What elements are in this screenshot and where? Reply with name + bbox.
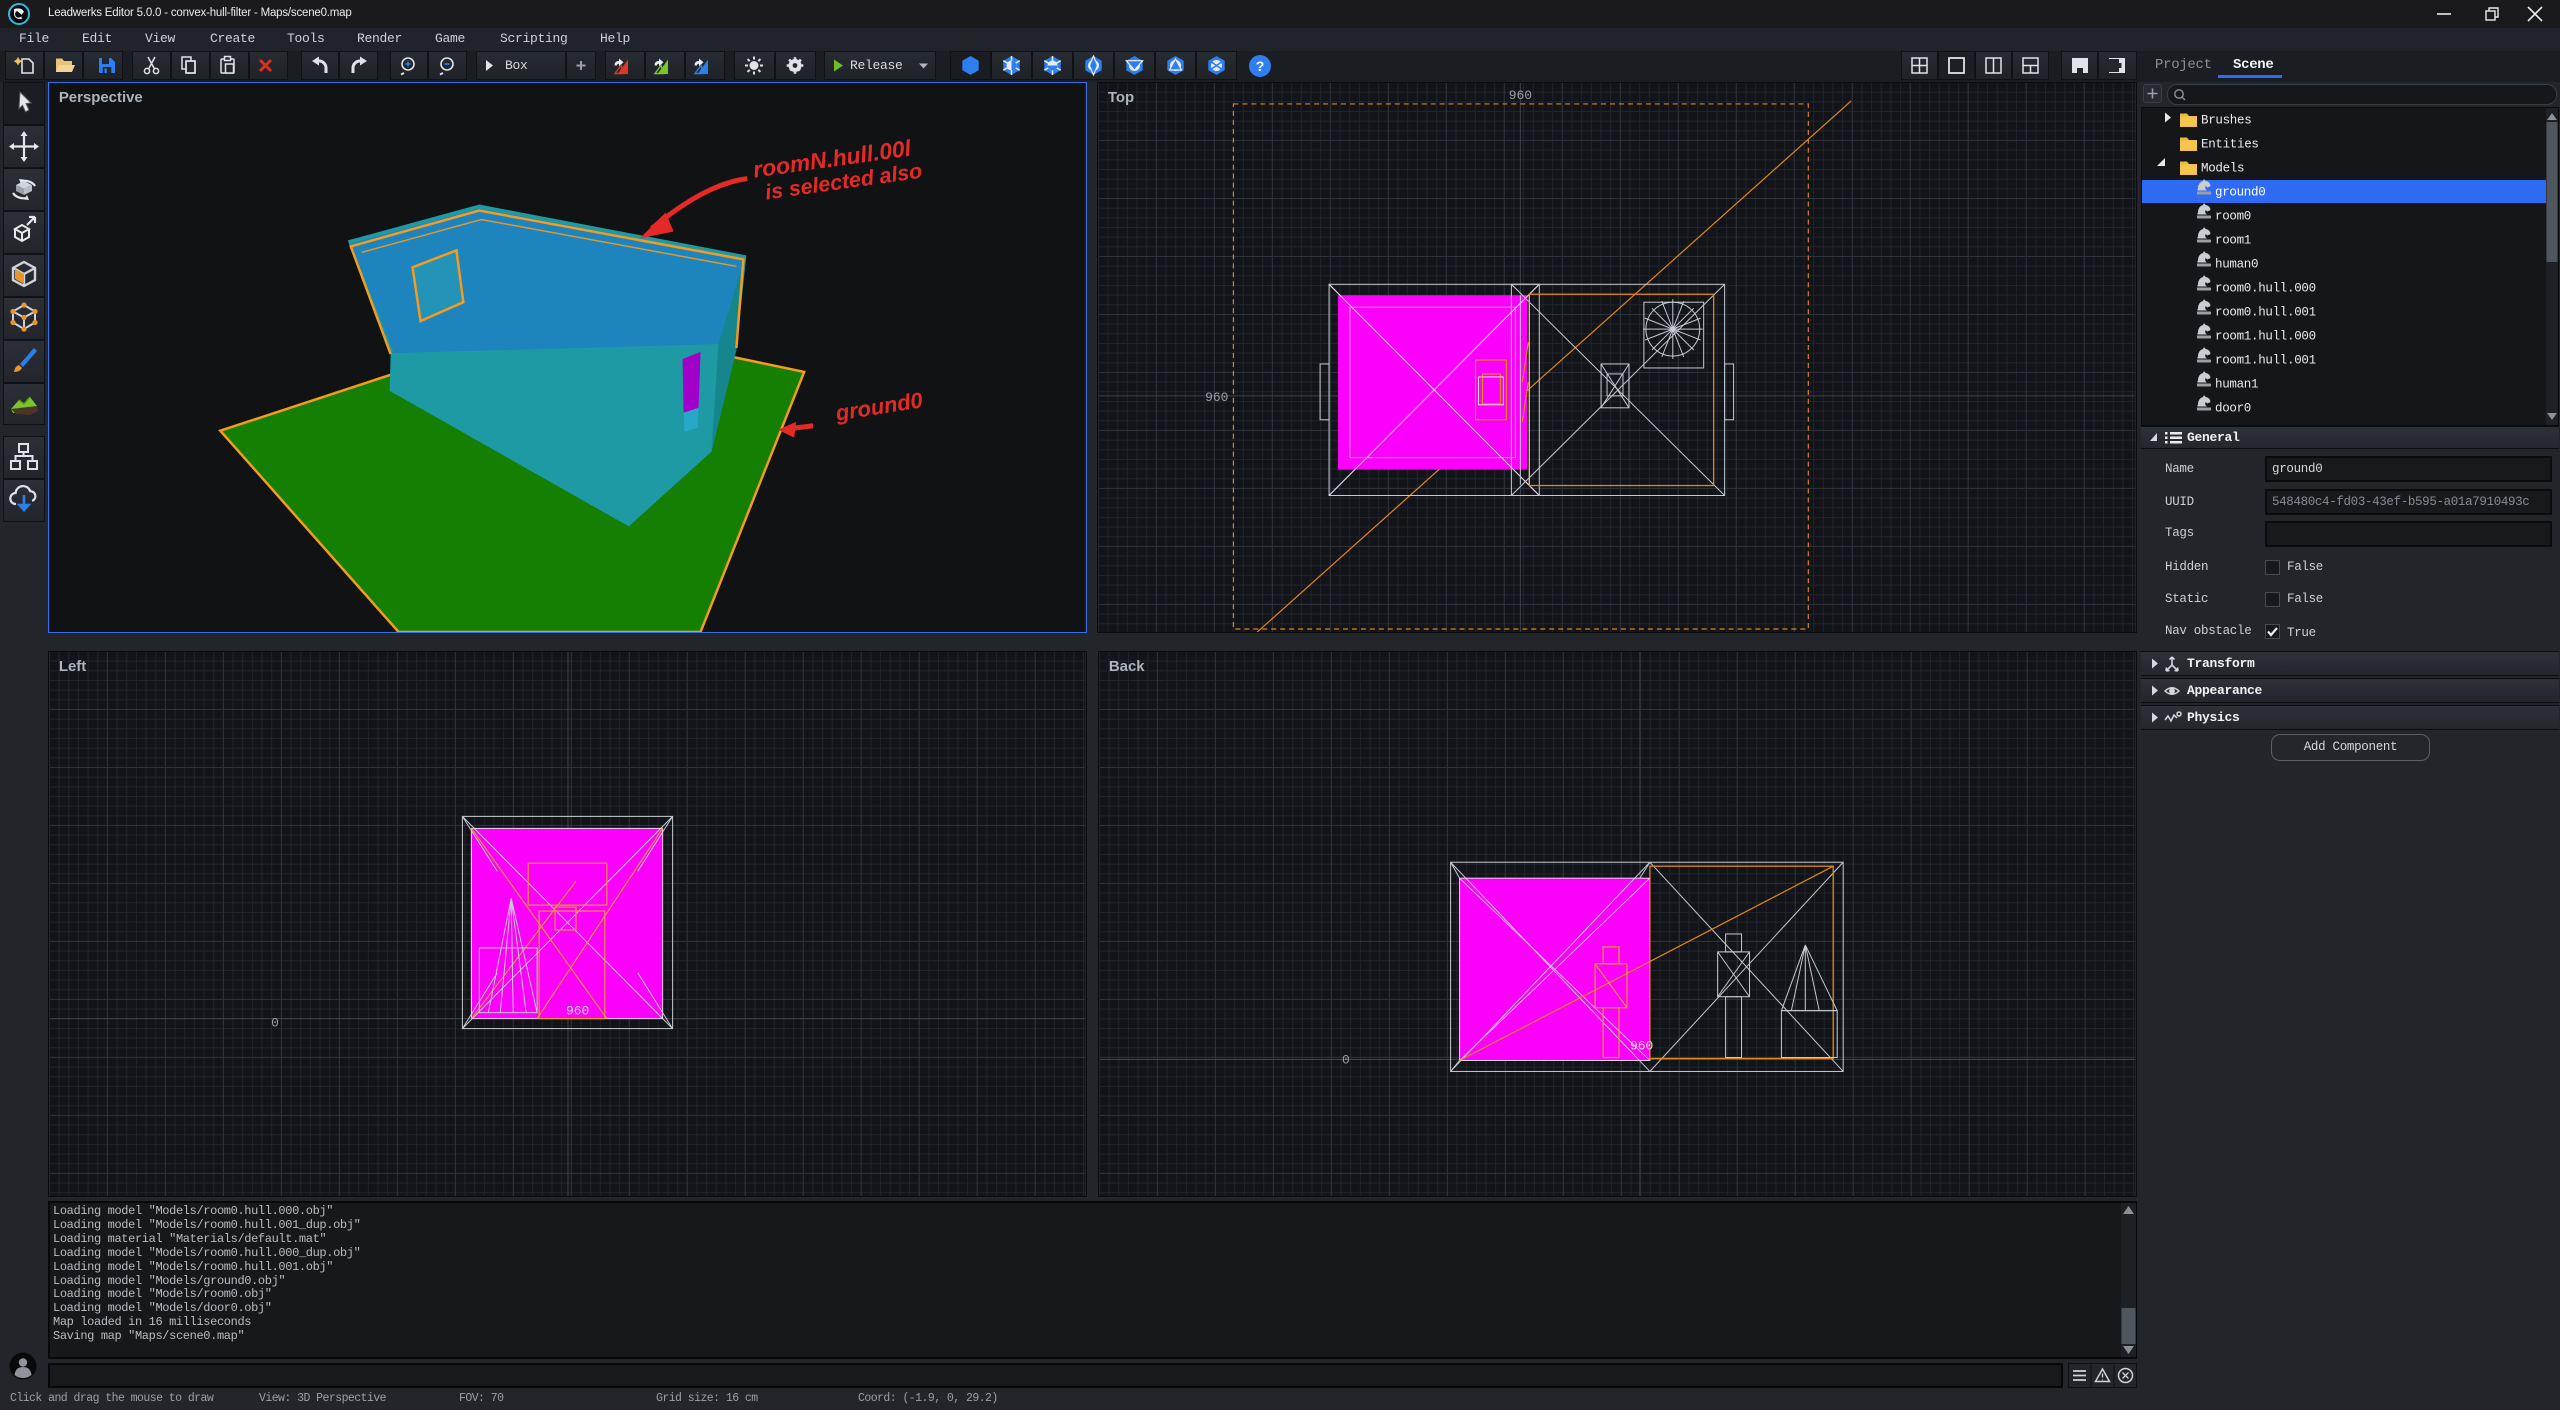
- svg-text:960: 960: [1205, 390, 1228, 405]
- svg-text:human1: human1: [2215, 378, 2258, 392]
- svg-text:960: 960: [1630, 1039, 1653, 1054]
- svg-text:Brushes: Brushes: [2201, 114, 2251, 128]
- svg-text:human0: human0: [2215, 258, 2258, 272]
- svg-text:960: 960: [1509, 88, 1532, 103]
- svg-text:Left: Left: [59, 658, 86, 675]
- svg-text:ground0: ground0: [2215, 186, 2265, 200]
- svg-text:room1.hull.000: room1.hull.000: [2215, 330, 2316, 344]
- svg-text:Back: Back: [1109, 658, 1145, 675]
- svg-text:room1: room1: [2215, 234, 2251, 248]
- svg-text:?: ?: [1256, 58, 1265, 74]
- svg-text:Perspective: Perspective: [59, 89, 143, 106]
- svg-text:960: 960: [566, 1004, 589, 1019]
- svg-text:Top: Top: [1108, 89, 1134, 106]
- svg-text:room0: room0: [2215, 210, 2251, 224]
- svg-text:room0.hull.001: room0.hull.001: [2215, 306, 2316, 320]
- svg-text:0: 0: [1342, 1052, 1350, 1067]
- svg-text:door0: door0: [2215, 402, 2251, 416]
- svg-text:room0.hull.000: room0.hull.000: [2215, 282, 2316, 296]
- svg-text:Models: Models: [2201, 162, 2244, 176]
- svg-text:Entities: Entities: [2201, 138, 2259, 152]
- svg-text:0: 0: [271, 1016, 279, 1031]
- svg-text:room1.hull.001: room1.hull.001: [2215, 354, 2316, 368]
